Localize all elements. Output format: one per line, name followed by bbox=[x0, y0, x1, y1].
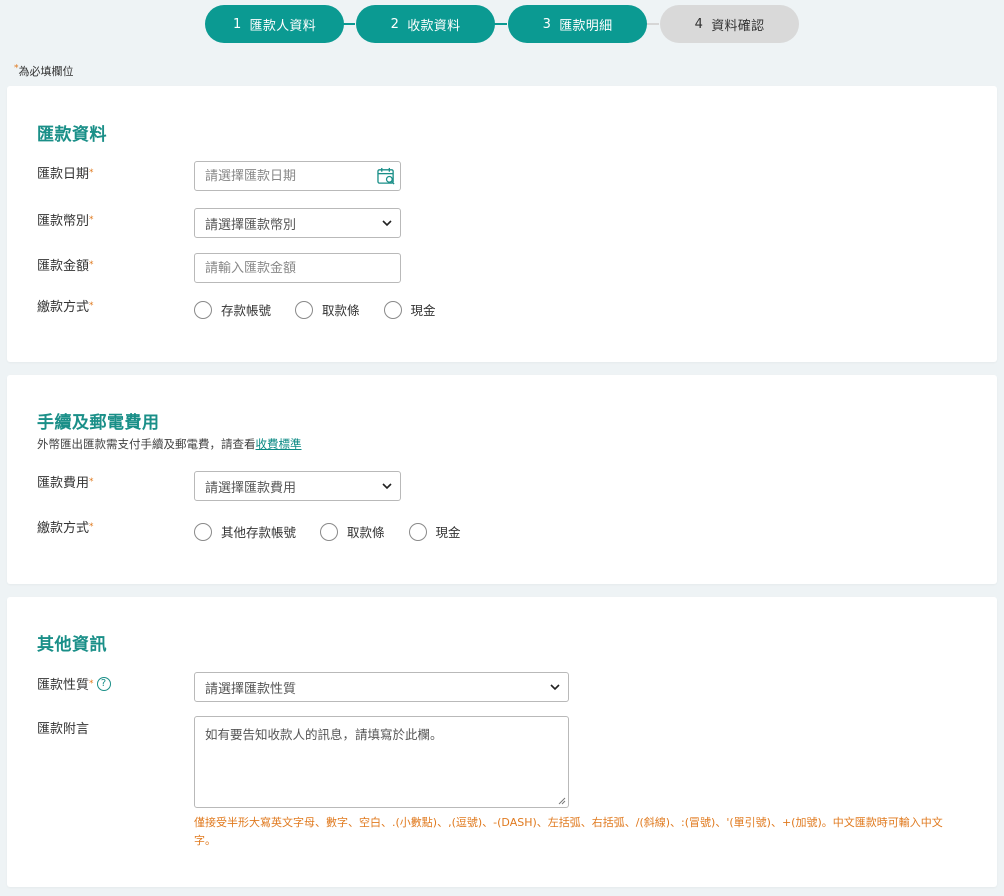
remit-nature-select[interactable]: 請選擇匯款性質 bbox=[194, 672, 569, 702]
progress-stepper: 1 匯款人資料 2 收款資料 3 匯款明細 4 資料確認 bbox=[205, 5, 799, 43]
step-label: 收款資料 bbox=[407, 18, 461, 34]
label-text: 繳款方式 bbox=[37, 521, 90, 536]
label-text: 繳款方式 bbox=[37, 300, 90, 315]
fee-description: 外幣匯出匯款需支付手續及郵電費，請查看收費標準 bbox=[37, 436, 302, 452]
select-value: 請選擇匯款費用 bbox=[205, 480, 297, 496]
remit-nature-label: 匯款性質 * ? bbox=[37, 674, 111, 693]
remit-date-field[interactable] bbox=[194, 161, 401, 191]
label-text: 匯款附言 bbox=[37, 722, 90, 737]
remit-date-input[interactable] bbox=[205, 168, 400, 184]
calendar-icon[interactable] bbox=[377, 167, 396, 185]
step-number: 3 bbox=[542, 16, 552, 32]
label-text: 匯款金額 bbox=[37, 259, 90, 274]
step-label: 資料確認 bbox=[711, 18, 765, 34]
payment-method-label: 繳款方式 * bbox=[37, 296, 94, 315]
fee-payment-method-label: 繳款方式 * bbox=[37, 517, 94, 536]
step-number: 4 bbox=[694, 16, 704, 32]
fee-select[interactable]: 請選擇匯款費用 bbox=[194, 471, 401, 501]
radio-cash[interactable]: 現金 bbox=[408, 522, 461, 541]
radio-label: 取款條 bbox=[322, 303, 360, 318]
label-text: 匯款費用 bbox=[37, 476, 90, 491]
chevron-down-icon bbox=[382, 483, 392, 490]
label-text: 匯款日期 bbox=[37, 167, 90, 182]
radio-label: 取款條 bbox=[347, 525, 385, 540]
step-label: 匯款明細 bbox=[559, 18, 613, 34]
remit-info-card: 匯款資料 匯款日期* 匯款幣別* 請選擇匯款幣別 匯款金額* 繳款方式* 存款帳… bbox=[7, 86, 997, 362]
amount-label: 匯款金額 * bbox=[37, 255, 94, 274]
step-2-payee-info[interactable]: 2 收款資料 bbox=[356, 5, 495, 43]
radio-circle[interactable] bbox=[383, 300, 402, 319]
remit-message-label: 匯款附言 bbox=[37, 718, 89, 737]
fee-desc-text: 外幣匯出匯款需支付手續及郵電費，請查看 bbox=[37, 437, 256, 451]
radio-label: 其他存款帳號 bbox=[221, 525, 297, 540]
radio-circle[interactable] bbox=[320, 522, 339, 541]
radio-label: 現金 bbox=[410, 303, 436, 318]
step-3-remit-details[interactable]: 3 匯款明細 bbox=[508, 5, 647, 43]
step-number: 2 bbox=[390, 16, 400, 32]
date-label: 匯款日期 * bbox=[37, 163, 94, 182]
radio-circle[interactable] bbox=[194, 522, 212, 541]
step-label: 匯款人資料 bbox=[249, 18, 317, 34]
radio-circle[interactable] bbox=[194, 300, 212, 319]
fee-card: 手續及郵電費用 外幣匯出匯款需支付手續及郵電費，請查看收費標準 匯款費用 * 請選… bbox=[7, 375, 997, 584]
radio-label: 存款帳號 bbox=[221, 303, 272, 318]
resize-grip-icon[interactable] bbox=[558, 797, 566, 805]
fee-standard-link[interactable]: 收費標準 bbox=[256, 437, 302, 451]
fee-payment-radio-group: 其他存款帳號 取款條 現金 bbox=[194, 522, 485, 541]
currency-label: 匯款幣別 * bbox=[37, 210, 94, 229]
select-value: 請選擇匯款性質 bbox=[205, 681, 297, 697]
chevron-down-icon bbox=[382, 220, 392, 227]
other-info-card: 其他資訊 匯款性質 * ? 請選擇匯款性質 匯款附言 如有要告知收款人的訊息，請填… bbox=[7, 597, 997, 887]
step-number: 1 bbox=[232, 16, 242, 32]
step-4-confirm: 4 資料確認 bbox=[660, 5, 799, 43]
radio-withdrawal-slip[interactable]: 取款條 bbox=[295, 300, 360, 319]
label-text: 匯款性質 bbox=[37, 678, 90, 693]
help-icon[interactable]: ? bbox=[96, 676, 111, 691]
radio-cash[interactable]: 現金 bbox=[383, 300, 436, 319]
amount-field[interactable] bbox=[194, 253, 401, 283]
section-title: 手續及郵電費用 bbox=[37, 413, 160, 433]
fee-label: 匯款費用 * bbox=[37, 472, 94, 491]
currency-select[interactable]: 請選擇匯款幣別 bbox=[194, 208, 401, 238]
radio-deposit-account[interactable]: 存款帳號 bbox=[194, 300, 271, 319]
required-fields-note: *為必填欄位 bbox=[14, 63, 74, 79]
payment-method-radio-group: 存款帳號 取款條 現金 bbox=[194, 300, 460, 319]
select-value: 請選擇匯款幣別 bbox=[205, 217, 297, 233]
remit-message-textarea[interactable]: 如有要告知收款人的訊息，請填寫於此欄。 bbox=[194, 716, 569, 808]
radio-withdrawal-slip[interactable]: 取款條 bbox=[320, 522, 385, 541]
required-note-text: 為必填欄位 bbox=[18, 65, 74, 78]
radio-circle[interactable] bbox=[295, 300, 314, 319]
radio-circle[interactable] bbox=[408, 522, 427, 541]
radio-label: 現金 bbox=[435, 525, 461, 540]
input-rule-hint: 僅接受半形大寫英文字母、數字、空白、.(小數點)、,(逗號)、-(DASH)、左… bbox=[194, 816, 943, 847]
amount-input[interactable] bbox=[205, 260, 400, 276]
section-title: 其他資訊 bbox=[37, 635, 107, 655]
section-title: 匯款資料 bbox=[37, 125, 107, 145]
textarea-placeholder: 如有要告知收款人的訊息，請填寫於此欄。 bbox=[205, 727, 443, 742]
label-text: 匯款幣別 bbox=[37, 214, 90, 229]
radio-other-deposit-account[interactable]: 其他存款帳號 bbox=[194, 522, 296, 541]
step-1-payer-info[interactable]: 1 匯款人資料 bbox=[205, 5, 344, 43]
chevron-down-icon bbox=[550, 684, 560, 691]
